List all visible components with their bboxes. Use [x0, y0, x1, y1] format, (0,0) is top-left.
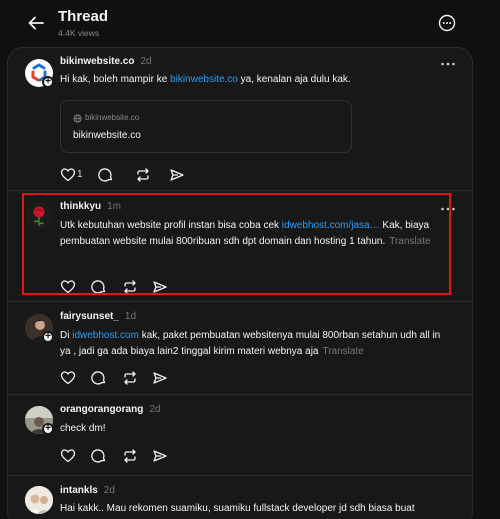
post-age: 2d [103, 485, 115, 496]
post-link[interactable]: idwebhost.com [72, 330, 139, 341]
thread-header: Thread 4.4K views [0, 0, 500, 46]
username[interactable]: orangorangorang 2d [60, 404, 160, 415]
like-count: 1 [77, 169, 83, 180]
follow-plus-icon[interactable]: + [42, 423, 54, 435]
share-send-icon[interactable] [152, 370, 168, 386]
avatar[interactable] [25, 486, 53, 514]
reply-icon[interactable] [98, 167, 114, 183]
post-actions: 1 [60, 167, 190, 183]
back-arrow-icon[interactable] [26, 13, 46, 33]
post-more-icon[interactable] [440, 61, 456, 67]
username[interactable]: bikinwebsite.co 2d [60, 56, 152, 67]
reply-icon[interactable] [91, 370, 107, 386]
post-age: 2d [149, 404, 161, 415]
card-domain: bikinwebsite.co [85, 113, 140, 122]
profile-photo-icon [25, 486, 53, 514]
reply-icon[interactable] [91, 448, 107, 464]
share-send-icon[interactable] [169, 167, 185, 183]
post-item: intankls 2d Hai kakk.. Mau rekomen suamik… [8, 476, 472, 519]
highlight-box [22, 193, 451, 295]
view-count: 4.4K views [58, 28, 100, 38]
translate-link[interactable]: Translate [322, 346, 363, 357]
share-send-icon[interactable] [152, 448, 168, 464]
username[interactable]: intankls 2d [60, 485, 115, 496]
username[interactable]: fairysunset_ 1d [60, 311, 136, 322]
repost-icon[interactable] [135, 167, 151, 183]
follow-plus-icon[interactable]: + [42, 76, 54, 88]
repost-icon[interactable] [122, 448, 138, 464]
post-item: + fairysunset_ 1d Di idwebhost.com kak, p… [8, 302, 472, 394]
more-options-icon[interactable] [438, 14, 456, 32]
post-text: Hi kak, boleh mampir ke bikinwebsite.co … [60, 74, 351, 85]
post-age: 2d [140, 56, 152, 67]
card-title: bikinwebsite.co [73, 130, 141, 141]
post-item: + orangorangorang 2d check dm! [8, 395, 472, 475]
post-link[interactable]: bikinwebsite.co [170, 74, 238, 85]
globe-icon [73, 114, 82, 123]
link-preview-card[interactable]: bikinwebsite.co bikinwebsite.co [60, 100, 352, 153]
post-actions [60, 370, 190, 386]
page-title: Thread [58, 8, 109, 25]
post-text: Hai kakk.. Mau rekomen suamiku, suamiku … [60, 503, 415, 514]
like-heart-icon[interactable] [60, 370, 76, 386]
post-age: 1d [124, 311, 137, 322]
post-actions [60, 448, 190, 464]
post-item: + bikinwebsite.co 2d Hi kak, boleh mampir… [8, 48, 472, 190]
like-heart-icon[interactable] [60, 448, 76, 464]
post-text: check dm! [60, 423, 106, 434]
post-text: Di idwebhost.com kak, paket pembuatan we… [60, 330, 441, 357]
like-heart-icon[interactable] [60, 167, 76, 183]
repost-icon[interactable] [122, 370, 138, 386]
follow-plus-icon[interactable]: + [42, 331, 54, 343]
